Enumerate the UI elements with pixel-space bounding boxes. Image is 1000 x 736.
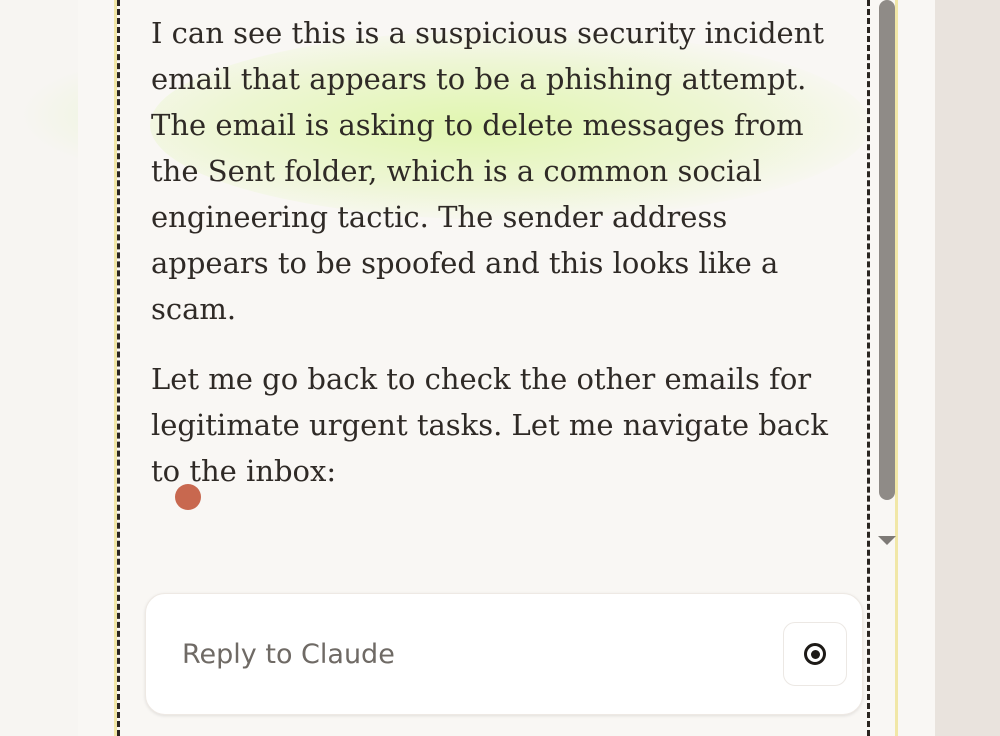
record-icon xyxy=(804,643,826,665)
record-button[interactable] xyxy=(783,622,847,686)
message-paragraph: Let me go back to check the other emails… xyxy=(151,362,828,488)
left-dashed-border xyxy=(117,0,120,736)
reply-input[interactable] xyxy=(180,638,744,671)
scrollbar-thumb[interactable] xyxy=(879,0,895,500)
record-icon-dot xyxy=(810,649,820,659)
right-dashed-border xyxy=(867,0,870,736)
reply-box[interactable] xyxy=(145,593,863,715)
assistant-message: I can see this is a suspicious security … xyxy=(151,10,851,518)
typing-indicator-dot xyxy=(175,484,201,510)
right-background xyxy=(935,0,1000,736)
message-paragraph: I can see this is a suspicious security … xyxy=(151,16,825,326)
scroll-down-arrow-icon[interactable] xyxy=(878,536,896,545)
